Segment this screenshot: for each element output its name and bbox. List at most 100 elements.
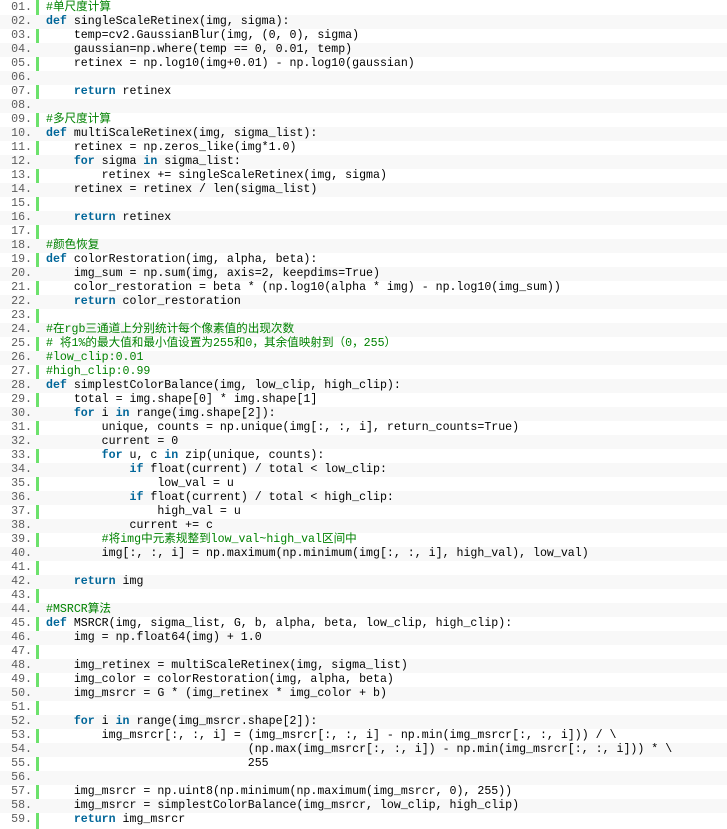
code-token: retinex — [115, 85, 172, 98]
line-number: 04. — [0, 43, 36, 57]
code-token: retinex += singleScaleRetinex(img, sigma… — [46, 169, 387, 182]
code-source: current += c — [46, 519, 213, 533]
code-viewer: 01. #单尺度计算 02. def singleScaleRetinex(img, … — [0, 0, 727, 829]
code-token: img_color = colorRestoration(img, alpha,… — [46, 673, 394, 686]
code-source: #在rgb三通道上分别统计每个像素值的出现次数 — [46, 323, 294, 337]
code-source: #颜色恢复 — [46, 239, 99, 253]
line-number: 30. — [0, 407, 36, 421]
code-line: 18. #颜色恢复 — [0, 239, 727, 253]
line-number: 10. — [0, 127, 36, 141]
code-token: retinex — [115, 211, 172, 224]
code-source: def MSRCR(img, sigma_list, G, b, alpha, … — [46, 617, 512, 631]
code-line: 57. img_msrcr = np.uint8(np.minimum(np.m… — [0, 785, 727, 799]
code-source: img[:, :, i] = np.maximum(np.minimum(img… — [46, 547, 589, 561]
code-token: retinex = np.log10(img+0.01) - np.log10(… — [46, 57, 415, 70]
code-line: 42. return img — [0, 575, 727, 589]
code-token: colorRestoration(img, alpha, beta): — [66, 253, 318, 266]
code-token: float(current) / total < low_clip: — [143, 463, 387, 476]
line-number: 06. — [0, 71, 36, 85]
code-source: low_val = u — [46, 477, 234, 491]
code-source: #单尺度计算 — [46, 1, 111, 15]
line-number: 54. — [0, 743, 36, 757]
code-line: 45. def MSRCR(img, sigma_list, G, b, alph… — [0, 617, 727, 631]
line-number: 51. — [0, 701, 36, 715]
line-number: 37. — [0, 505, 36, 519]
line-number-text: 12. — [11, 155, 32, 168]
code-source: img_msrcr = simplestColorBalance(img_msr… — [46, 799, 519, 813]
code-keyword: def — [46, 15, 67, 28]
code-token: unique, counts = np.unique(img[:, :, i],… — [46, 421, 520, 434]
code-token: range(img.shape[2]): — [129, 407, 276, 420]
line-number: 17. — [0, 225, 36, 239]
code-line: 41. — [0, 561, 727, 575]
code-line: 33. for u, c in zip(unique, counts): — [0, 449, 727, 463]
code-source: temp=cv2.GaussianBlur(img, (0, 0), sigma… — [46, 29, 359, 43]
code-source: retinex = retinex / len(sigma_list) — [46, 183, 318, 197]
code-token: gaussian=np.where(temp == 0, 0.01, temp) — [46, 43, 353, 56]
line-number: 44. — [0, 603, 36, 617]
line-number-text: 06. — [11, 71, 32, 84]
code-source: (np.max(img_msrcr[:, :, i]) - np.min(img… — [46, 743, 672, 757]
code-token: temp=cv2.GaussianBlur(img, (0, 0), sigma… — [46, 29, 360, 42]
code-source: img_color = colorRestoration(img, alpha,… — [46, 673, 394, 687]
code-keyword: def — [46, 127, 67, 140]
line-number-text: 58. — [11, 799, 32, 812]
code-line: 22. return color_restoration — [0, 295, 727, 309]
code-line: 58. img_msrcr = simplestColorBalance(img… — [0, 799, 727, 813]
line-number-text: 05. — [11, 57, 32, 70]
code-line: 11. retinex = np.zeros_like(img*1.0) — [0, 141, 727, 155]
line-number-text: 43. — [11, 589, 32, 602]
line-number: 57. — [0, 785, 36, 799]
line-number-text: 15. — [11, 197, 32, 210]
code-line: 02. def singleScaleRetinex(img, sigma): — [0, 15, 727, 29]
line-number-text: 42. — [11, 575, 32, 588]
line-number-text: 14. — [11, 183, 32, 196]
code-source: color_restoration = beta * (np.log10(alp… — [46, 281, 561, 295]
line-number-text: 51. — [11, 701, 32, 714]
line-number-text: 32. — [11, 435, 32, 448]
line-number-text: 24. — [11, 323, 32, 336]
line-number-text: 26. — [11, 351, 32, 364]
code-keyword: in — [143, 155, 158, 168]
line-number-text: 55. — [11, 757, 32, 770]
line-number-text: 04. — [11, 43, 32, 56]
line-number-text: 54. — [11, 743, 32, 756]
code-source: def singleScaleRetinex(img, sigma): — [46, 15, 290, 29]
code-source: for i in range(img.shape[2]): — [46, 407, 276, 421]
line-number: 23. — [0, 309, 36, 323]
code-line: 10. def multiScaleRetinex(img, sigma_list… — [0, 127, 727, 141]
code-source: def simplestColorBalance(img, low_clip, … — [46, 379, 401, 393]
code-source: # 将1%的最大值和最小值设置为255和0，其余值映射到（0，255） — [46, 337, 396, 351]
line-number-text: 45. — [11, 617, 32, 630]
line-number-text: 11. — [11, 141, 32, 154]
code-source: retinex = np.log10(img+0.01) - np.log10(… — [46, 57, 415, 71]
line-number-text: 39. — [11, 533, 32, 546]
line-number: 35. — [0, 477, 36, 491]
line-number: 13. — [0, 169, 36, 183]
code-token: color_restoration = beta * (np.log10(alp… — [46, 281, 561, 294]
line-number-text: 01. — [11, 1, 32, 14]
line-number: 33. — [0, 449, 36, 463]
code-comment: #颜色恢复 — [46, 239, 100, 252]
line-number: 34. — [0, 463, 36, 477]
code-line: 19. def colorRestoration(img, alpha, beta… — [0, 253, 727, 267]
line-number-text: 37. — [11, 505, 32, 518]
line-number-text: 22. — [11, 295, 32, 308]
code-line: 44. #MSRCR算法 — [0, 603, 727, 617]
code-token: img_msrcr = simplestColorBalance(img_msr… — [46, 799, 520, 812]
line-number-text: 56. — [11, 771, 32, 784]
code-source: gaussian=np.where(temp == 0, 0.01, temp) — [46, 43, 352, 57]
line-number-text: 31. — [11, 421, 32, 434]
code-line: 27. #high_clip:0.99 — [0, 365, 727, 379]
code-keyword: if — [129, 491, 144, 504]
code-source: retinex += singleScaleRetinex(img, sigma… — [46, 169, 387, 183]
code-line: 28. def simplestColorBalance(img, low_cli… — [0, 379, 727, 393]
code-keyword: in — [115, 407, 130, 420]
code-token: i — [94, 407, 116, 420]
code-line: 12. for sigma in sigma_list: — [0, 155, 727, 169]
code-line: 30. for i in range(img.shape[2]): — [0, 407, 727, 421]
code-source: for sigma in sigma_list: — [46, 155, 241, 169]
line-number: 28. — [0, 379, 36, 393]
line-number-text: 36. — [11, 491, 32, 504]
code-line: 29. total = img.shape[0] * img.shape[1] — [0, 393, 727, 407]
